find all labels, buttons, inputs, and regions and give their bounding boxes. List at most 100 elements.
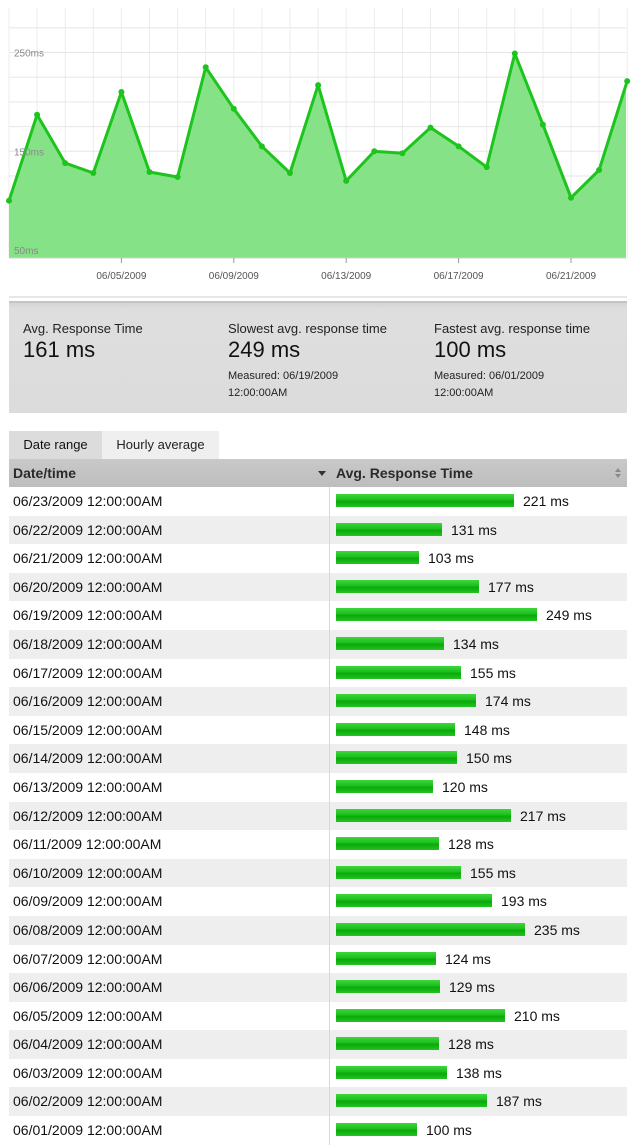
table-row[interactable]: 06/23/2009 12:00:00AM 221 ms [9, 487, 627, 516]
table-row[interactable]: 06/01/2009 12:00:00AM 100 ms [9, 1116, 627, 1145]
row-datetime: 06/23/2009 12:00:00AM [13, 493, 163, 509]
table-row[interactable]: 06/02/2009 12:00:00AM 187 ms [9, 1087, 627, 1117]
fastest-response-stat: Fastest avg. response time 100 ms Measur… [434, 321, 634, 402]
data-point[interactable] [511, 50, 518, 57]
table-row[interactable]: 06/07/2009 12:00:00AM 124 ms [9, 944, 627, 974]
data-point[interactable] [34, 111, 41, 118]
table-row[interactable]: 06/06/2009 12:00:00AM 129 ms [9, 973, 627, 1002]
table-row[interactable]: 06/03/2009 12:00:00AM 138 ms [9, 1058, 627, 1088]
data-point[interactable] [343, 177, 350, 184]
response-value-label: 193 ms [501, 893, 547, 910]
response-bar [336, 951, 436, 965]
x-tick-label: 06/13/2009 [321, 271, 371, 282]
response-bar [336, 665, 461, 679]
response-bar [336, 1065, 447, 1079]
row-response-cell: 150 ms [329, 744, 627, 773]
response-bar [336, 837, 439, 851]
data-point[interactable] [624, 78, 631, 85]
data-point[interactable] [287, 170, 293, 177]
y-tick-label: 50ms [14, 246, 38, 257]
data-point[interactable] [146, 169, 153, 176]
table-row[interactable]: 06/19/2009 12:00:00AM 249 ms [9, 601, 627, 630]
row-response-cell: 155 ms [329, 858, 627, 888]
data-point[interactable] [315, 82, 322, 89]
data-point[interactable] [483, 164, 490, 171]
response-value-label: 221 ms [523, 493, 569, 509]
data-point[interactable] [399, 150, 406, 157]
row-datetime: 06/02/2009 12:00:00AM [13, 1093, 163, 1110]
slowest-measured-text: Measured: 06/19/2009 12:00:00AM [228, 370, 339, 399]
table-row[interactable]: 06/05/2009 12:00:00AM 210 ms [9, 1001, 627, 1031]
table-body: 06/23/2009 12:00:00AM 221 ms 06/22/2009 12… [9, 487, 627, 1145]
table-row[interactable]: 06/20/2009 12:00:00AM 177 ms [9, 572, 627, 602]
sort-descending-icon[interactable] [318, 471, 326, 476]
row-response-cell: 134 ms [329, 629, 627, 659]
response-table: Date/time Avg. Response Time 06/23/2009 … [9, 459, 627, 1145]
data-point[interactable] [539, 121, 546, 128]
slowest-response-stat: Slowest avg. response time 249 ms Measur… [228, 321, 428, 402]
row-response-cell: 148 ms [329, 715, 627, 745]
table-row[interactable]: 06/14/2009 12:00:00AM 150 ms [9, 744, 627, 773]
response-bar [336, 779, 433, 793]
response-value-label: 100 ms [426, 1122, 472, 1139]
response-bar [336, 636, 444, 650]
response-value-label: 124 ms [445, 950, 491, 967]
data-point[interactable] [230, 105, 237, 112]
row-datetime: 06/15/2009 12:00:00AM [13, 721, 163, 738]
data-point[interactable] [568, 194, 574, 201]
avg-response-value: 161 ms [23, 337, 96, 362]
row-datetime: 06/18/2009 12:00:00AM [13, 635, 163, 652]
response-value-label: 217 ms [520, 807, 566, 824]
table-row[interactable]: 06/09/2009 12:00:00AM 193 ms [9, 887, 627, 916]
table-row[interactable]: 06/18/2009 12:00:00AM 134 ms [9, 629, 627, 659]
data-point[interactable] [258, 143, 265, 150]
row-datetime: 06/03/2009 12:00:00AM [13, 1064, 163, 1081]
data-point[interactable] [596, 167, 603, 174]
data-point[interactable] [6, 197, 12, 204]
tab-date-range[interactable]: Date range [9, 431, 102, 459]
row-response-cell: 235 ms [329, 915, 627, 945]
column-header-datetime[interactable]: Date/time [13, 459, 329, 487]
data-point[interactable] [455, 143, 462, 150]
row-response-cell: 103 ms [329, 544, 627, 573]
row-response-cell: 138 ms [329, 1058, 627, 1088]
row-datetime: 06/10/2009 12:00:00AM [13, 864, 163, 881]
row-response-cell: 193 ms [329, 887, 627, 916]
y-tick-label: 150ms [14, 147, 44, 158]
data-point[interactable] [118, 88, 125, 95]
table-row[interactable]: 06/10/2009 12:00:00AM 155 ms [9, 858, 627, 888]
table-row[interactable]: 06/16/2009 12:00:00AM 174 ms [9, 687, 627, 716]
row-response-cell: 155 ms [329, 658, 627, 688]
table-row[interactable]: 06/12/2009 12:00:00AM 217 ms [9, 801, 627, 831]
data-point[interactable] [371, 148, 378, 155]
table-row[interactable]: 06/21/2009 12:00:00AM 103 ms [9, 544, 627, 573]
data-point[interactable] [202, 64, 209, 71]
data-point[interactable] [90, 170, 97, 177]
avg-response-stat: Avg. Response Time 161 ms [23, 321, 223, 363]
response-bar [336, 1094, 487, 1108]
data-point[interactable] [427, 124, 434, 131]
sort-unsorted-icon[interactable] [615, 467, 623, 479]
table-row[interactable]: 06/13/2009 12:00:00AM 120 ms [9, 772, 627, 802]
table-row[interactable]: 06/04/2009 12:00:00AM 128 ms [9, 1030, 627, 1059]
x-tick-label: 06/09/2009 [209, 271, 259, 282]
table-row[interactable]: 06/22/2009 12:00:00AM 131 ms [9, 515, 627, 545]
response-bar [336, 1037, 439, 1051]
response-value-label: 128 ms [448, 836, 494, 853]
response-value-label: 155 ms [470, 664, 516, 681]
row-datetime: 06/17/2009 12:00:00AM [13, 664, 163, 681]
tab-hourly-average[interactable]: Hourly average [102, 431, 219, 459]
row-response-cell: 124 ms [329, 944, 627, 974]
row-response-cell: 120 ms [329, 772, 627, 802]
column-header-response-time[interactable]: Avg. Response Time [336, 459, 626, 487]
response-value-label: 150 ms [466, 750, 512, 767]
response-value-label: 174 ms [485, 693, 531, 710]
table-row[interactable]: 06/17/2009 12:00:00AM 155 ms [9, 658, 627, 688]
response-value-label: 249 ms [546, 607, 592, 624]
table-row[interactable]: 06/08/2009 12:00:00AM 235 ms [9, 915, 627, 945]
data-point[interactable] [62, 160, 69, 167]
data-point[interactable] [174, 173, 181, 180]
table-row[interactable]: 06/11/2009 12:00:00AM 128 ms [9, 830, 627, 859]
row-response-cell: 177 ms [329, 572, 627, 602]
table-row[interactable]: 06/15/2009 12:00:00AM 148 ms [9, 715, 627, 745]
